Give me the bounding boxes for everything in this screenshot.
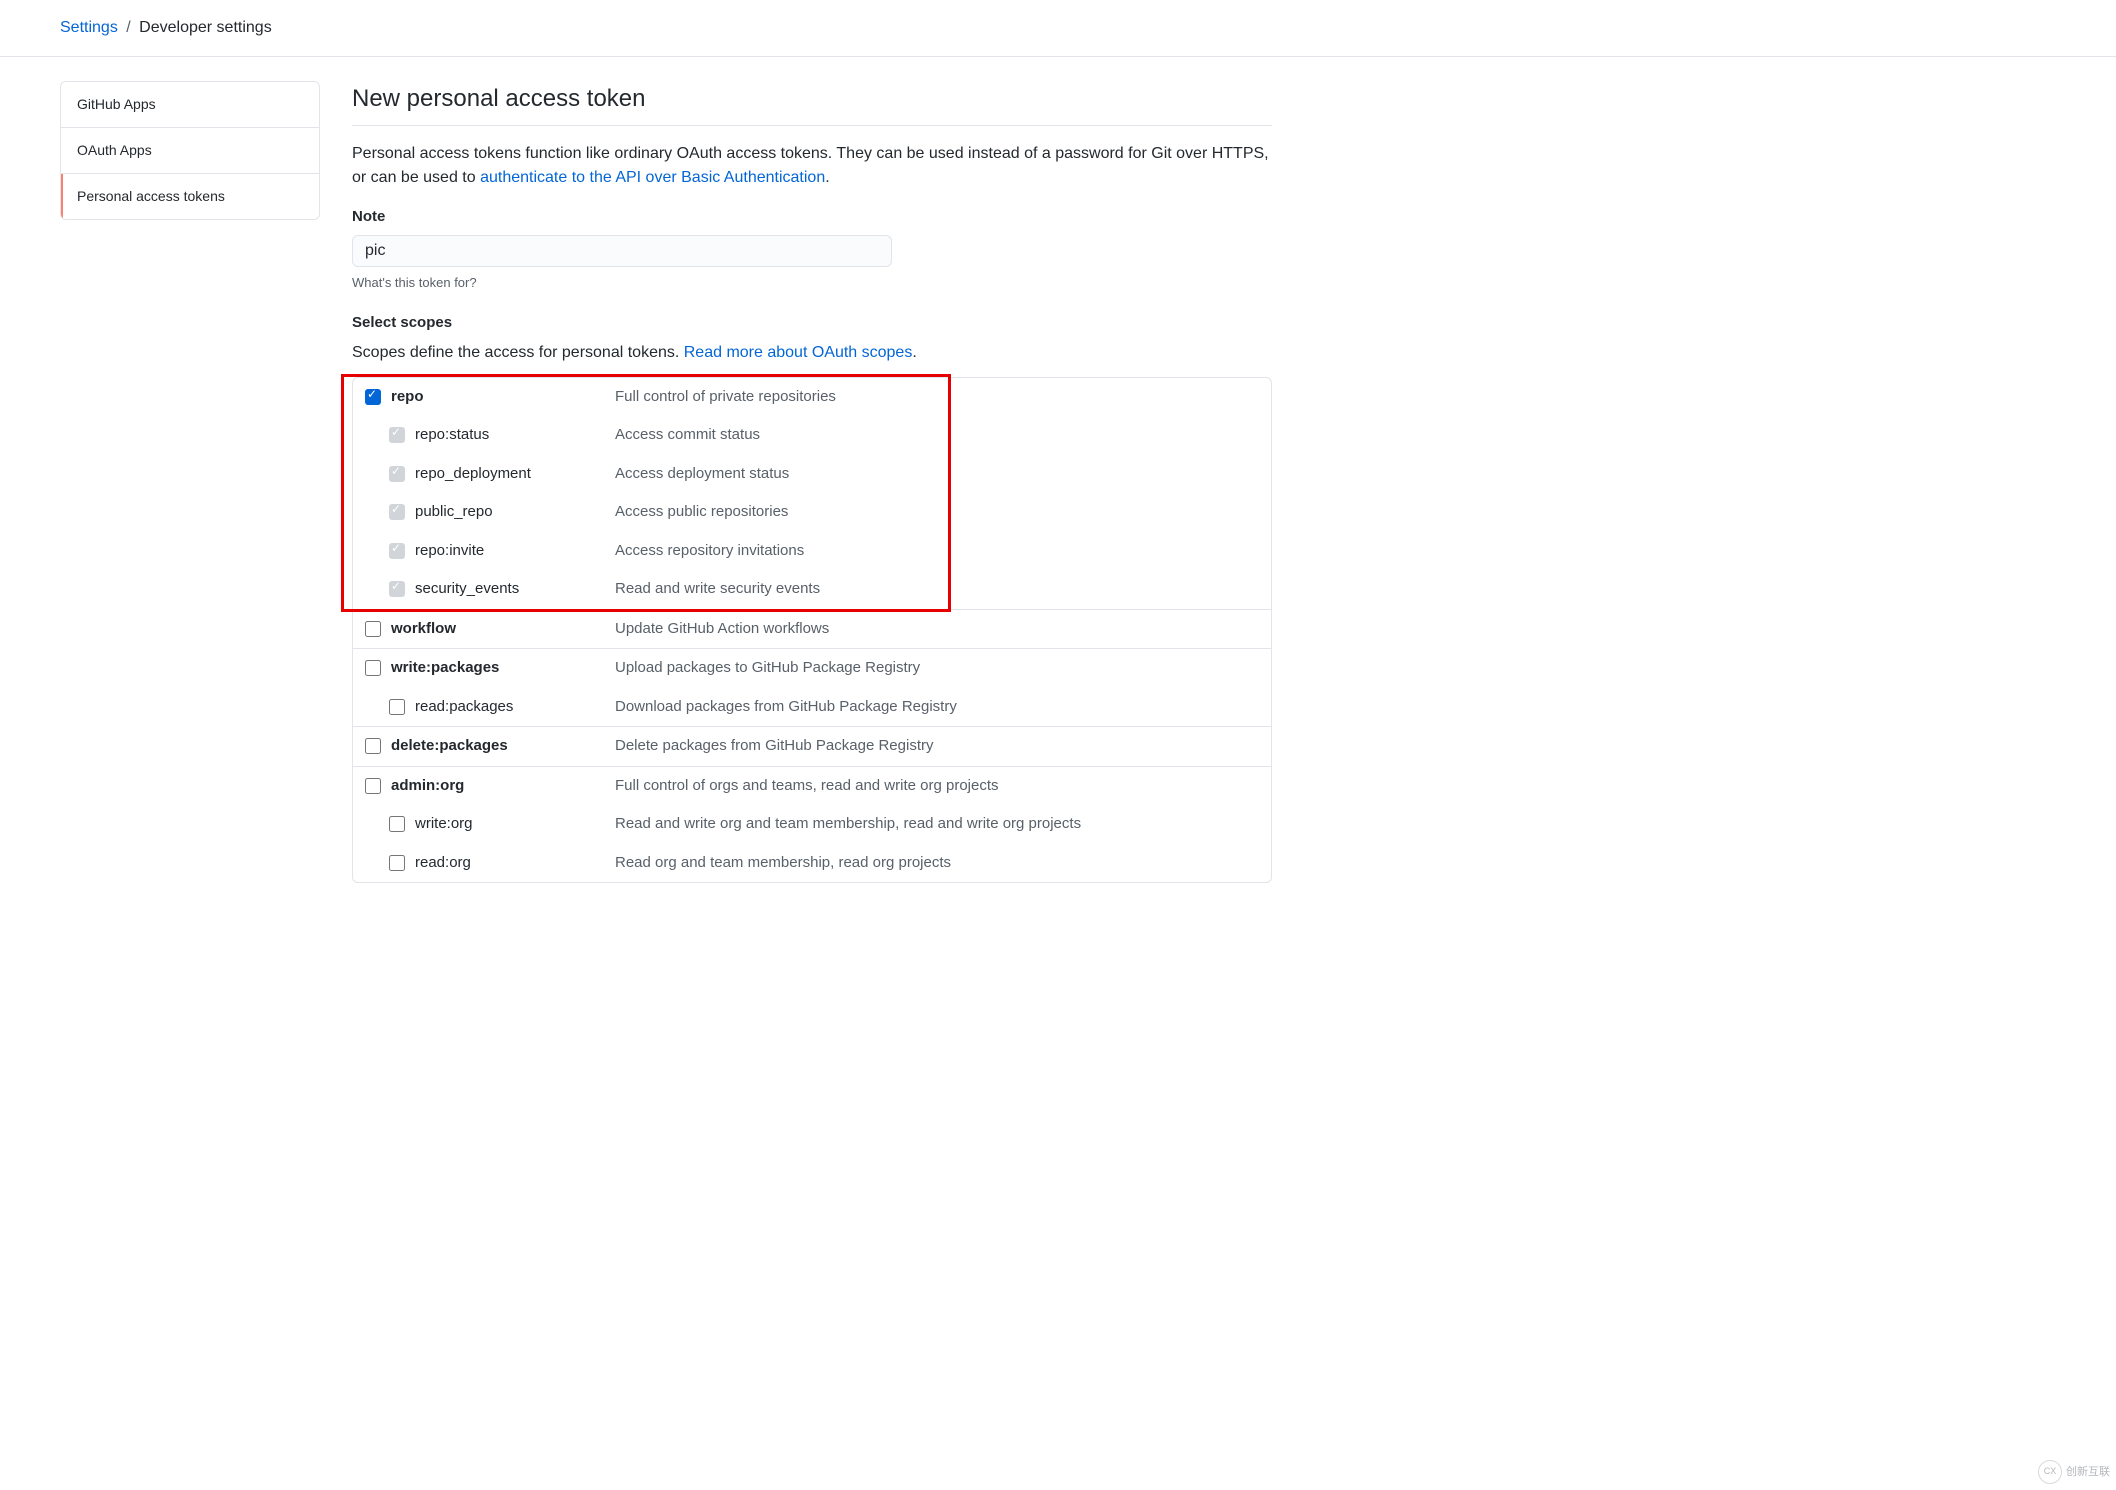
scope-description: Download packages from GitHub Package Re… bbox=[615, 696, 957, 719]
scope-checkbox-workflow[interactable] bbox=[365, 621, 381, 637]
breadcrumb: Settings / Developer settings bbox=[0, 0, 2116, 57]
select-scopes-heading: Select scopes bbox=[352, 312, 1272, 335]
scope-row: workflow Update GitHub Action workflows bbox=[353, 610, 1271, 649]
scope-name[interactable]: repo:invite bbox=[415, 540, 484, 563]
scope-name[interactable]: write:org bbox=[415, 813, 473, 836]
scope-row: repo:invite Access repository invitations bbox=[353, 532, 1271, 571]
scope-name[interactable]: admin:org bbox=[391, 775, 464, 798]
scope-checkbox-write-org[interactable] bbox=[389, 816, 405, 832]
scope-description: Read and write security events bbox=[615, 578, 820, 601]
scope-group-write-packages: write:packages Upload packages to GitHub … bbox=[353, 649, 1271, 727]
main-content: New personal access token Personal acces… bbox=[352, 81, 1272, 883]
scope-row: write:org Read and write org and team mem… bbox=[353, 805, 1271, 844]
watermark-icon: CX bbox=[2038, 1460, 2062, 1484]
scopes-intro: Scopes define the access for personal to… bbox=[352, 341, 1272, 365]
note-hint: What's this token for? bbox=[352, 273, 1272, 293]
sidebar-item-personal-access-tokens[interactable]: Personal access tokens bbox=[61, 174, 319, 219]
scope-checkbox-admin-org[interactable] bbox=[365, 778, 381, 794]
scope-name[interactable]: repo_deployment bbox=[415, 463, 531, 486]
scope-description: Full control of private repositories bbox=[615, 386, 836, 409]
scope-description: Access repository invitations bbox=[615, 540, 804, 563]
scope-row: delete:packages Delete packages from GitH… bbox=[353, 727, 1271, 766]
scope-row: repo_deployment Access deployment status bbox=[353, 455, 1271, 494]
scope-description: Access public repositories bbox=[615, 501, 788, 524]
scopes-intro-text: Scopes define the access for personal to… bbox=[352, 344, 684, 361]
scope-checkbox-delete-packages[interactable] bbox=[365, 738, 381, 754]
scope-group-repo: repo Full control of private repositories… bbox=[353, 378, 1271, 610]
scope-group-delete-packages: delete:packages Delete packages from GitH… bbox=[353, 727, 1271, 767]
page-title: New personal access token bbox=[352, 81, 1272, 126]
scope-name[interactable]: repo:status bbox=[415, 424, 489, 447]
scope-name[interactable]: workflow bbox=[391, 618, 456, 641]
scope-description: Read org and team membership, read org p… bbox=[615, 852, 951, 875]
scope-group-workflow: workflow Update GitHub Action workflows bbox=[353, 610, 1271, 650]
breadcrumb-separator: / bbox=[126, 19, 130, 36]
scope-name[interactable]: read:org bbox=[415, 852, 471, 875]
scope-description: Delete packages from GitHub Package Regi… bbox=[615, 735, 933, 758]
scope-row: admin:org Full control of orgs and teams,… bbox=[353, 767, 1271, 806]
scope-checkbox-repo[interactable] bbox=[365, 389, 381, 405]
scope-row: repo Full control of private repositories bbox=[353, 378, 1271, 417]
watermark: CX 创新互联 bbox=[2038, 1460, 2110, 1484]
scope-row: read:org Read org and team membership, re… bbox=[353, 844, 1271, 883]
scope-checkbox-repo_deployment[interactable] bbox=[389, 466, 405, 482]
sidebar-item-oauth-apps[interactable]: OAuth Apps bbox=[61, 128, 319, 174]
scope-name[interactable]: repo bbox=[391, 386, 424, 409]
basic-auth-link[interactable]: authenticate to the API over Basic Authe… bbox=[480, 169, 825, 186]
sidebar: GitHub Apps OAuth Apps Personal access t… bbox=[60, 81, 320, 883]
note-label: Note bbox=[352, 206, 1272, 229]
breadcrumb-current: Developer settings bbox=[139, 19, 272, 36]
scope-name[interactable]: read:packages bbox=[415, 696, 513, 719]
scope-checkbox-public_repo[interactable] bbox=[389, 504, 405, 520]
scope-checkbox-repo-status[interactable] bbox=[389, 427, 405, 443]
description-suffix: . bbox=[825, 169, 829, 186]
scope-description: Full control of orgs and teams, read and… bbox=[615, 775, 999, 798]
scope-row: public_repo Access public repositories bbox=[353, 493, 1271, 532]
scope-description: Access deployment status bbox=[615, 463, 789, 486]
scope-checkbox-security_events[interactable] bbox=[389, 581, 405, 597]
scope-name[interactable]: delete:packages bbox=[391, 735, 508, 758]
scope-row: repo:status Access commit status bbox=[353, 416, 1271, 455]
scope-description: Access commit status bbox=[615, 424, 760, 447]
scope-description: Upload packages to GitHub Package Regist… bbox=[615, 657, 920, 680]
scopes-intro-suffix: . bbox=[912, 344, 916, 361]
scope-name[interactable]: public_repo bbox=[415, 501, 493, 524]
sidebar-menu: GitHub Apps OAuth Apps Personal access t… bbox=[60, 81, 320, 220]
watermark-text: 创新互联 bbox=[2066, 1464, 2110, 1481]
scope-name[interactable]: security_events bbox=[415, 578, 519, 601]
note-input[interactable] bbox=[352, 235, 892, 267]
scope-group-admin-org: admin:org Full control of orgs and teams,… bbox=[353, 767, 1271, 883]
scope-row: security_events Read and write security e… bbox=[353, 570, 1271, 609]
scope-checkbox-repo-invite[interactable] bbox=[389, 543, 405, 559]
scope-name[interactable]: write:packages bbox=[391, 657, 499, 680]
oauth-scopes-link[interactable]: Read more about OAuth scopes bbox=[684, 344, 913, 361]
scope-checkbox-read-org[interactable] bbox=[389, 855, 405, 871]
scope-checkbox-write-packages[interactable] bbox=[365, 660, 381, 676]
breadcrumb-parent-link[interactable]: Settings bbox=[60, 19, 118, 36]
page-description: Personal access tokens function like ord… bbox=[352, 142, 1272, 190]
scope-row: write:packages Upload packages to GitHub … bbox=[353, 649, 1271, 688]
sidebar-item-github-apps[interactable]: GitHub Apps bbox=[61, 82, 319, 128]
scope-description: Update GitHub Action workflows bbox=[615, 618, 829, 641]
scope-checkbox-read-packages[interactable] bbox=[389, 699, 405, 715]
scopes-table: repo Full control of private repositories… bbox=[352, 377, 1272, 884]
scope-row: read:packages Download packages from GitH… bbox=[353, 688, 1271, 727]
scope-description: Read and write org and team membership, … bbox=[615, 813, 1081, 836]
